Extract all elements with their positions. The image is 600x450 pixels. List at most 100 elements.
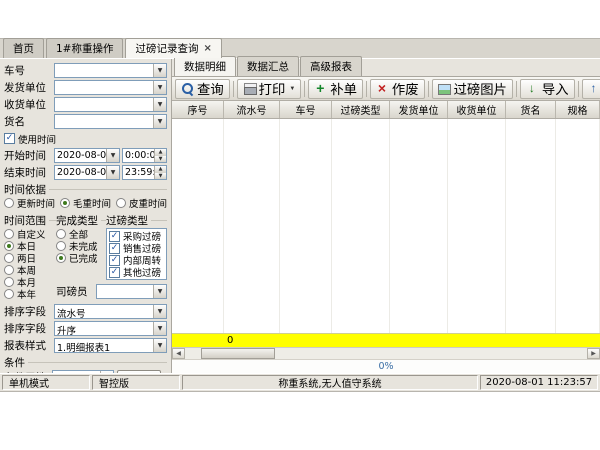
- radio-icon: [116, 198, 126, 208]
- checkbox-checked-icon: ✓: [4, 133, 15, 144]
- chevron-down-icon[interactable]: ▼: [153, 285, 166, 298]
- radio-selected-icon: [4, 241, 14, 251]
- complete-finished[interactable]: 已完成: [56, 252, 106, 264]
- chevron-down-icon[interactable]: ▼: [153, 115, 166, 128]
- weigher-label: 司磅员: [56, 284, 96, 299]
- condition-label: 条件: [4, 355, 25, 370]
- scrollbar-track[interactable]: [185, 348, 587, 359]
- import-button[interactable]: 导入: [520, 79, 575, 99]
- tab-label: 数据汇总: [247, 61, 289, 73]
- column-header-shipper[interactable]: 发货单位: [390, 101, 448, 118]
- tab-label: 高级报表: [310, 61, 352, 73]
- report-style-value: 1.明细报表1: [55, 339, 153, 352]
- chevron-down-icon[interactable]: ▼: [153, 64, 166, 77]
- weigher-combobox[interactable]: ▼: [96, 284, 167, 299]
- scroll-left-icon[interactable]: ◀: [172, 348, 185, 359]
- grid-header: 序号 流水号 车号 过磅类型 发货单位 收货单位 货名 规格: [172, 101, 600, 119]
- spin-down-icon[interactable]: ▼: [155, 173, 166, 180]
- radio-icon: [4, 277, 14, 287]
- report-style-combobox[interactable]: 1.明细报表1 ▼: [54, 338, 167, 353]
- chevron-down-icon[interactable]: ▼: [289, 86, 295, 92]
- scrollbar-thumb[interactable]: [201, 348, 275, 359]
- chevron-down-icon[interactable]: ▼: [153, 322, 166, 335]
- toolbar-separator: [516, 81, 517, 97]
- column-header-receiver[interactable]: 收货单位: [448, 101, 506, 118]
- chevron-down-icon[interactable]: ▼: [153, 339, 166, 352]
- radio-label: 已完成: [69, 251, 98, 265]
- chevron-down-icon[interactable]: ▼: [153, 305, 166, 318]
- import-icon: [526, 82, 539, 95]
- radio-label: 毛重时间: [73, 196, 111, 210]
- time-basis-gross[interactable]: 毛重时间: [60, 197, 116, 209]
- receiver-combobox[interactable]: ▼: [54, 97, 167, 112]
- tab-data-summary[interactable]: 数据汇总: [237, 56, 299, 76]
- horizontal-scrollbar[interactable]: ◀ ▶: [172, 347, 600, 359]
- grid-column: [448, 119, 506, 333]
- main-panel: 数据明细 数据汇总 高级报表 查询 打印 ▼: [172, 59, 600, 373]
- column-header-spec[interactable]: 规格: [556, 101, 600, 118]
- chevron-down-icon[interactable]: ▼: [106, 149, 119, 162]
- column-label: 发货单位: [399, 102, 439, 117]
- radio-label: 本年: [17, 287, 36, 301]
- spinner-arrows[interactable]: ▲▼: [154, 149, 166, 162]
- tab-record-query[interactable]: 过磅记录查询 ×: [125, 38, 221, 58]
- vehicle-combobox[interactable]: ▼: [54, 63, 167, 78]
- column-header-goods[interactable]: 货名: [506, 101, 556, 118]
- condition-section: 条件: [4, 356, 167, 368]
- weigh-photos-button[interactable]: 过磅图片: [432, 79, 513, 99]
- tab-label: 数据明细: [184, 61, 226, 73]
- export-button[interactable]: 导出 ▼: [582, 79, 600, 99]
- grid-body[interactable]: [172, 119, 600, 333]
- radio-icon: [4, 229, 14, 239]
- end-time-label: 结束时间: [4, 165, 54, 180]
- chevron-down-icon[interactable]: ▼: [106, 166, 119, 179]
- status-datetime: 2020-08-01 11:23:57: [480, 375, 598, 390]
- time-basis-update[interactable]: 更新时间: [4, 197, 60, 209]
- status-system-name: 称重系统,无人值守系统: [182, 375, 478, 390]
- tab-advanced-report[interactable]: 高级报表: [300, 56, 362, 76]
- goods-combobox[interactable]: ▼: [54, 114, 167, 129]
- toolbar-separator: [233, 81, 234, 97]
- print-button[interactable]: 打印 ▼: [237, 79, 302, 99]
- shipper-label: 发货单位: [4, 80, 54, 95]
- column-header-weigh-type[interactable]: 过磅类型: [332, 101, 390, 118]
- time-range-label: 时间范围: [4, 213, 46, 228]
- query-button[interactable]: 查询: [175, 79, 230, 99]
- weigh-type-other[interactable]: ✓其他过磅: [109, 266, 164, 278]
- column-header-vehicle[interactable]: 车号: [280, 101, 332, 118]
- start-date-combobox[interactable]: 2020-08-01 ▼: [54, 148, 120, 163]
- progress-bar: 0%: [172, 359, 600, 373]
- search-icon: [181, 82, 194, 95]
- toolbar-separator: [366, 81, 367, 97]
- use-time-checkbox[interactable]: ✓ 使用时间: [4, 133, 56, 145]
- receiver-label: 收货单位: [4, 97, 54, 112]
- tab-home[interactable]: 首页: [3, 38, 44, 58]
- end-time-spinner[interactable]: 23:59:59 ▲▼: [122, 165, 167, 180]
- tab-data-detail[interactable]: 数据明细: [174, 56, 236, 76]
- void-button[interactable]: 作废: [370, 79, 425, 99]
- status-system-label: 称重系统,无人值守系统: [278, 375, 381, 390]
- spin-down-icon[interactable]: ▼: [155, 156, 166, 163]
- column-header-serial[interactable]: 流水号: [224, 101, 280, 118]
- time-basis-tare[interactable]: 皮重时间: [116, 197, 167, 209]
- close-icon[interactable]: ×: [203, 44, 211, 54]
- scroll-right-icon[interactable]: ▶: [587, 348, 600, 359]
- supplement-order-button[interactable]: 补单: [308, 79, 363, 99]
- tab-record-query-label: 过磅记录查询: [135, 41, 198, 56]
- spinner-arrows[interactable]: ▲▼: [154, 166, 166, 179]
- sort-field-combobox[interactable]: 流水号 ▼: [54, 304, 167, 319]
- toolbar-separator: [428, 81, 429, 97]
- chevron-down-icon[interactable]: ▼: [153, 81, 166, 94]
- end-date-combobox[interactable]: 2020-08-01 ▼: [54, 165, 120, 180]
- button-label: 补单: [330, 79, 357, 98]
- sort-order-combobox[interactable]: 升序 ▼: [54, 321, 167, 336]
- chevron-down-icon[interactable]: ▼: [153, 98, 166, 111]
- shipper-combobox[interactable]: ▼: [54, 80, 167, 95]
- time-range-year[interactable]: 本年: [4, 288, 56, 300]
- start-time-spinner[interactable]: 0:00:00 ▲▼: [122, 148, 167, 163]
- column-header-seq[interactable]: 序号: [172, 101, 224, 118]
- data-grid: 序号 流水号 车号 过磅类型 发货单位 收货单位 货名 规格: [172, 101, 600, 373]
- tab-weigh-operation[interactable]: 1#称重操作: [46, 38, 123, 58]
- void-icon: [376, 82, 389, 95]
- time-range-group: 时间范围 自定义 本日 两日 本周 本月 本年: [4, 211, 56, 301]
